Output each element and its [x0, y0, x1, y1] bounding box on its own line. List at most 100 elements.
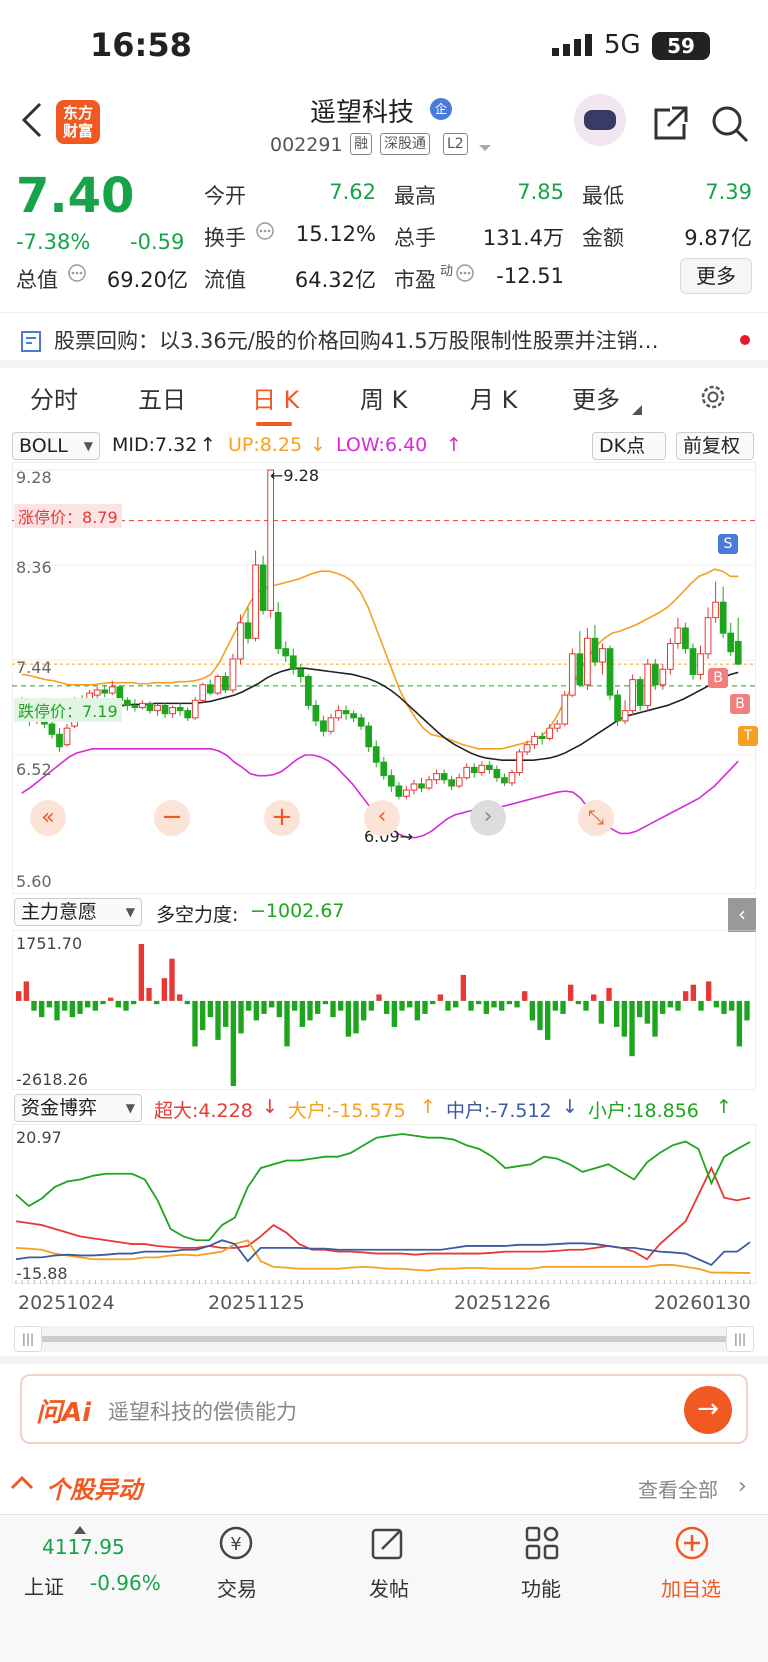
range-handle-left[interactable]: |||	[14, 1326, 42, 1352]
chevron-up-icon[interactable]	[10, 1474, 34, 1494]
candle-body	[387, 775, 395, 787]
status-time: 16:58	[90, 26, 192, 64]
trade-icon[interactable]: ¥	[216, 1525, 256, 1565]
dk-point-select[interactable]: DK点	[592, 432, 666, 460]
share-icon[interactable]	[650, 104, 690, 148]
sub1-bar	[690, 984, 697, 1001]
buy-marker[interactable]: B	[730, 694, 750, 714]
kline-chart[interactable]: 9.28 8.36 7.44 6.52 5.60 涨停价：8.79 跌停价：7.…	[11, 461, 758, 895]
nav-trade[interactable]: 交易	[192, 1573, 282, 1602]
range-scrollbar[interactable]: ||| |||	[14, 1326, 754, 1352]
tab-daily-k[interactable]: 日 K	[252, 380, 299, 415]
candle-body	[229, 658, 237, 691]
sub1-chart[interactable]: 1751.70 -2618.26	[11, 929, 757, 1091]
indicator-select[interactable]: BOLL ▼	[12, 432, 100, 460]
open-label: 今开	[204, 184, 246, 208]
more-button[interactable]: 更多	[680, 258, 752, 294]
sub1-svg	[11, 929, 757, 1091]
sub1-bar	[537, 1000, 543, 1031]
candle-body	[493, 768, 501, 779]
range-handle-right[interactable]: |||	[726, 1326, 754, 1352]
sub2-chart[interactable]: 20.97 -15.88	[11, 1123, 757, 1285]
index-name[interactable]: 上证	[24, 1571, 64, 1600]
candle-body	[440, 773, 448, 781]
collapse-panel-icon[interactable]: ‹	[728, 898, 756, 932]
sub1-bar	[261, 1000, 267, 1014]
index-value[interactable]: 4117.95	[42, 1535, 125, 1559]
fast-back-button[interactable]: «	[30, 800, 66, 836]
nav-add-watchlist[interactable]: 加自选	[646, 1573, 736, 1602]
dk-point-label: DK点	[599, 435, 646, 457]
candle-body	[455, 777, 463, 787]
tag-level2: L2	[443, 133, 468, 155]
news-ticker[interactable]: 股票回购：以3.36元/股的价格回购41.5万股限制性股票并注销…	[0, 312, 768, 368]
sub1-bar	[483, 1000, 490, 1014]
tab-weekly-k[interactable]: 周 K	[360, 380, 407, 415]
sub1-bar	[361, 1000, 367, 1021]
zoom-out-button[interactable]: −	[154, 800, 190, 836]
view-all-link[interactable]: 查看全部	[638, 1474, 718, 1503]
sub1-bar	[23, 981, 30, 1001]
ai-assistant-avatar[interactable]	[574, 94, 626, 146]
t-marker[interactable]: T	[738, 726, 758, 746]
unread-dot	[740, 335, 750, 345]
bottom-nav: 4117.95 上证 -0.96% ¥ 交易 发帖 功能 加自选	[0, 1514, 768, 1662]
arrow-up-icon: ↑	[716, 1096, 732, 1118]
sub1-bar	[621, 1000, 628, 1037]
sub1-select[interactable]: 主力意愿 ▼	[14, 898, 142, 926]
buy-marker[interactable]: B	[708, 668, 728, 688]
back-icon[interactable]	[20, 100, 60, 144]
sell-marker[interactable]: S	[718, 534, 738, 554]
next-button[interactable]: ›	[470, 800, 506, 836]
sub1-bar	[146, 987, 152, 1001]
candle-body	[252, 564, 259, 639]
ai-ask-bar[interactable]: 问Ai 遥望科技的偿债能力 →	[20, 1374, 748, 1444]
candle-body	[380, 761, 388, 777]
tab-monthly-k[interactable]: 月 K	[470, 380, 517, 415]
arrow-up-icon: ↑	[446, 434, 462, 456]
sub1-bar	[169, 958, 175, 1001]
expand-icon[interactable]: ⤡	[578, 800, 614, 836]
candle-body	[674, 627, 682, 644]
info-icon[interactable]	[68, 264, 86, 286]
candle-body	[222, 676, 229, 691]
adjust-select[interactable]: 前复权	[676, 432, 754, 460]
settings-gear-icon[interactable]	[698, 382, 728, 416]
prev-button[interactable]: ‹	[364, 800, 400, 836]
tab-five-day[interactable]: 五日	[138, 380, 186, 415]
chevron-right-icon[interactable]: ›	[738, 1474, 747, 1499]
sub1-bar	[675, 1000, 681, 1011]
candle-body	[320, 720, 327, 732]
post-icon[interactable]	[370, 1525, 406, 1565]
candle-body	[161, 704, 169, 715]
section-header: 个股异动 查看全部 ›	[0, 1458, 768, 1518]
total-cap-value: 69.20亿	[106, 268, 188, 292]
sub1-bar	[384, 1000, 390, 1014]
ai-input[interactable]: 遥望科技的偿债能力	[108, 1396, 297, 1426]
search-icon[interactable]	[710, 104, 750, 148]
tab-intraday[interactable]: 分时	[30, 380, 78, 415]
chevron-down-icon[interactable]	[478, 138, 492, 157]
sub1-bar	[698, 1000, 704, 1011]
sub1-bar	[399, 1000, 405, 1011]
nav-post[interactable]: 发帖	[344, 1573, 434, 1602]
sub1-bar	[330, 1000, 336, 1018]
sub1-bar	[39, 1000, 45, 1018]
sub1-bar	[246, 1000, 252, 1011]
candle-body	[101, 689, 109, 694]
add-watchlist-icon[interactable]	[674, 1525, 710, 1565]
nav-functions[interactable]: 功能	[496, 1573, 586, 1602]
pe-value: -12.51	[496, 264, 564, 288]
ai-send-button[interactable]: →	[684, 1386, 732, 1434]
sub1-bar	[644, 1000, 651, 1024]
zoom-in-button[interactable]: +	[264, 800, 300, 836]
tab-more[interactable]: 更多	[572, 380, 620, 415]
sub1-bar	[491, 1000, 497, 1008]
functions-icon[interactable]	[524, 1525, 560, 1565]
current-price: 7.40	[16, 168, 135, 224]
candle-body	[357, 717, 365, 727]
info-icon[interactable]	[256, 222, 274, 244]
candle-body	[184, 710, 192, 719]
sub1-bar	[422, 1000, 428, 1014]
sub2-select[interactable]: 资金博弈 ▼	[14, 1094, 142, 1122]
